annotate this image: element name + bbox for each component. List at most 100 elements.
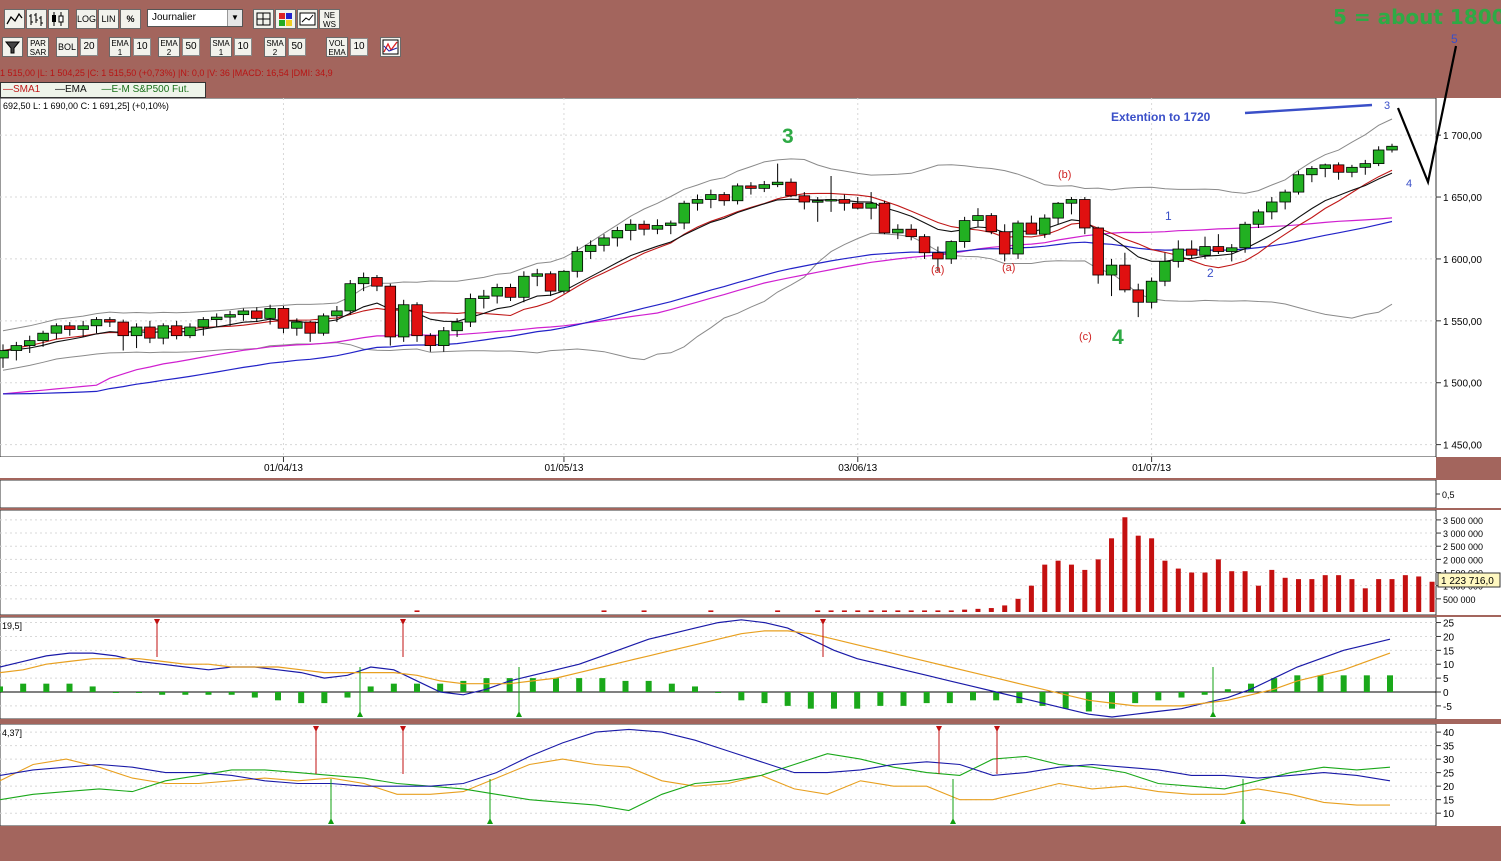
macd-histogram-bar [645, 680, 652, 692]
candle-down [170, 325, 183, 337]
volume-bar [1282, 577, 1288, 612]
volume-bar [1402, 575, 1408, 612]
dmi-y-tick-label: 15 [1443, 796, 1455, 807]
price-y-tick-label: 1 500,00 [1443, 379, 1482, 390]
empty-plot-area [0, 480, 1437, 508]
candle-up [397, 304, 410, 338]
macd-histogram-bar [900, 692, 907, 706]
volume-bar [1095, 559, 1101, 612]
macd-histogram-bar [831, 692, 837, 709]
volume-bar [948, 610, 954, 612]
macd-histogram-bar [784, 692, 791, 706]
macd-histogram-bar [668, 683, 675, 692]
macd-histogram-bar [1109, 692, 1115, 709]
volume-bar [1175, 568, 1181, 612]
projection-overlay: 5 [1396, 32, 1458, 186]
volume-bar [1082, 569, 1088, 612]
macd-y-tick-label: 10 [1443, 660, 1455, 671]
volume-bar [895, 610, 901, 612]
volume-bar [1255, 585, 1261, 612]
macd-histogram-bar [344, 692, 351, 698]
macd-histogram-bar [136, 692, 142, 693]
candle-down [304, 321, 316, 334]
macd-histogram-bar [112, 692, 119, 693]
macd-histogram-bar [692, 686, 698, 692]
volume-bar [1229, 571, 1235, 612]
dmi-y-tick-label: 40 [1443, 728, 1455, 739]
volume-y-tick-label: 3 500 000 [1443, 516, 1483, 526]
macd-histogram-bar [1132, 692, 1139, 704]
macd-histogram-bar [715, 692, 722, 693]
macd-y-tick-label: 5 [1443, 674, 1449, 685]
candle-up [23, 340, 36, 346]
price-y-tick-label: 1 550,00 [1443, 317, 1482, 328]
macd-histogram-bar [182, 692, 189, 695]
wave-4-label: 4 [1112, 326, 1124, 349]
volume-bar [1242, 571, 1248, 612]
macd-histogram-bar [298, 692, 305, 704]
volume-bar [641, 610, 647, 612]
macd-y-tick-label: 20 [1443, 632, 1455, 643]
macd-histogram-bar [275, 692, 281, 701]
macd-histogram-bar [993, 692, 1000, 701]
candle-up [264, 308, 276, 319]
macd-histogram-bar [1294, 675, 1301, 692]
volume-bar [1309, 579, 1315, 612]
macd-histogram-bar [414, 683, 420, 692]
candle-up [317, 315, 330, 334]
macd-histogram-bar [321, 692, 328, 704]
macd-histogram-bar [0, 686, 3, 692]
macd-histogram-bar [1224, 689, 1231, 692]
volume-bar [1189, 572, 1195, 612]
volume-panel: 500 0001 000 0001 500 0002 000 0002 500 … [0, 510, 1501, 615]
candle-up [90, 319, 103, 327]
candle-up [437, 330, 450, 346]
macd-histogram-bar [1178, 692, 1185, 698]
wave-5-target: 5 = about 1800 [1333, 5, 1501, 29]
candle-up [184, 326, 196, 337]
volume-bar [1149, 538, 1155, 612]
date-tick-label: 01/05/13 [544, 463, 583, 474]
volume-bar [1389, 579, 1395, 612]
macd-histogram-bar [807, 692, 814, 709]
macd-y-tick-label: -5 [1443, 702, 1452, 713]
macd-histogram-bar [553, 678, 559, 692]
volume-bar [1068, 564, 1074, 612]
volume-bar [1416, 576, 1422, 612]
volume-bar [815, 610, 821, 612]
macd-histogram-bar [1201, 692, 1208, 695]
volume-bar [1015, 598, 1021, 612]
wave-5-small-label: 5 [1451, 32, 1458, 46]
macd-histogram-bar [970, 692, 976, 701]
candle-down [411, 304, 423, 337]
candle-up [331, 310, 343, 317]
volume-bar [1028, 585, 1034, 612]
volume-bar [1349, 579, 1355, 612]
candle-up [37, 332, 49, 342]
volume-bar [775, 610, 781, 612]
macd-histogram-bar [367, 686, 374, 692]
volume-y-tick-label: 3 000 000 [1443, 529, 1483, 539]
macd-panel: -5 0 5 10 15 20 25 19,5] [0, 617, 1501, 719]
macd-histogram-bar [89, 686, 96, 692]
volume-bar [414, 610, 420, 612]
volume-bar [1055, 560, 1061, 612]
candle-up [451, 321, 463, 332]
candle-up [130, 326, 143, 337]
volume-bar [1109, 538, 1115, 612]
date-tick-label: 01/07/13 [1132, 463, 1171, 474]
macd-plot-area [0, 617, 1437, 719]
dmi-y-tick-label: 30 [1443, 755, 1455, 766]
dmi-y-tick-label: 20 [1443, 782, 1455, 793]
volume-bar [828, 610, 834, 612]
volume-bar [881, 610, 887, 612]
candle-up [0, 350, 9, 359]
macd-histogram-bar [946, 692, 953, 704]
volume-bar [1362, 588, 1368, 612]
empty-axis-label: 0,5 [1442, 490, 1455, 500]
volume-y-tick-label: 2 500 000 [1443, 542, 1483, 552]
volume-bar [962, 609, 968, 612]
volume-bar [708, 610, 714, 612]
candle-up [464, 298, 477, 323]
volume-last-value: 1 223 716,0 [1441, 576, 1494, 587]
